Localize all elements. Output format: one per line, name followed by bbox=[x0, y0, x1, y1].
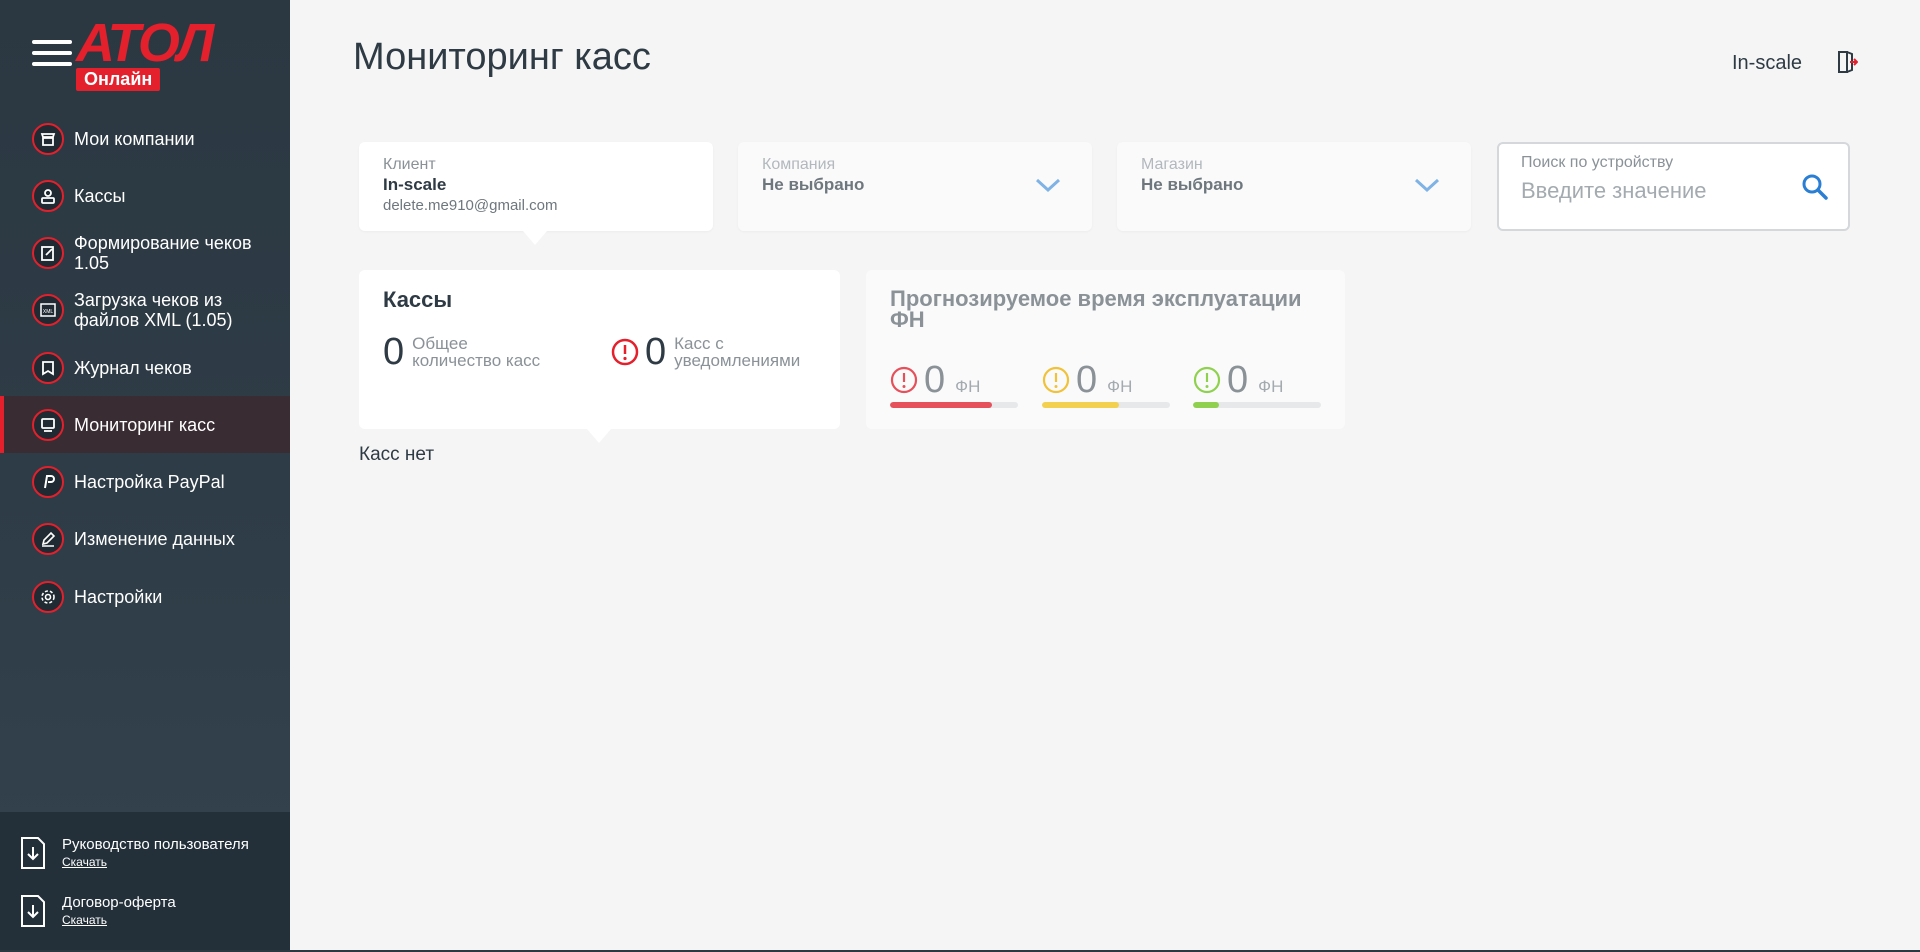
sidebar: АТОЛ Онлайн Мои компании Кассы Формирова… bbox=[0, 0, 290, 952]
doc-title: Договор-оферта bbox=[62, 894, 176, 911]
device-search: Поиск по устройству bbox=[1497, 142, 1850, 231]
search-label: Поиск по устройству bbox=[1521, 154, 1674, 171]
download-link[interactable]: Скачать bbox=[62, 854, 249, 870]
fn-count: 0 bbox=[924, 359, 946, 401]
fn-lifetime-card[interactable]: Прогнозируемое время эксплуатации ФН 0 Ф… bbox=[866, 270, 1345, 429]
fn-count: 0 bbox=[1076, 359, 1098, 401]
company-select[interactable]: Компания Не выбрано bbox=[738, 142, 1092, 231]
sidebar-item-label: Формирование чеков 1.05 bbox=[74, 232, 252, 273]
svg-text:XML: XML bbox=[43, 309, 54, 315]
logo-badge: Онлайн bbox=[76, 68, 161, 91]
fn-progress-fill bbox=[1193, 402, 1219, 408]
store-icon bbox=[32, 122, 64, 155]
fn-progress-bar bbox=[1042, 402, 1170, 408]
logo[interactable]: АТОЛ bbox=[76, 16, 214, 70]
fn-critical[interactable]: 0 ФН bbox=[890, 360, 1018, 408]
sidebar-item-label: Мои компании bbox=[74, 128, 195, 149]
client-value: In-scale bbox=[383, 175, 447, 194]
sidebar-docs: Руководство пользователя Скачать Договор… bbox=[0, 812, 290, 952]
sidebar-item-label: Изменение данных bbox=[74, 529, 235, 549]
sidebar-item-paypal[interactable]: Настройка PayPal bbox=[0, 453, 290, 510]
notified-label: Касс с уведомлениями bbox=[674, 335, 800, 369]
download-file-icon bbox=[21, 837, 45, 869]
store-value: Не выбрано bbox=[1141, 175, 1244, 194]
search-input[interactable] bbox=[1521, 178, 1791, 204]
sidebar-item-edit-data[interactable]: Изменение данных bbox=[0, 510, 290, 568]
bookmark-icon bbox=[32, 351, 64, 384]
alert-icon bbox=[890, 366, 918, 394]
client-filter[interactable]: Клиент In-scale delete.me910@gmail.com bbox=[359, 142, 713, 231]
company-value: Не выбрано bbox=[762, 175, 865, 194]
page-title: Мониторинг касс bbox=[353, 36, 651, 78]
user-name[interactable]: In-scale bbox=[1732, 52, 1802, 75]
sidebar-item-label: Настройки bbox=[74, 586, 163, 607]
pencil-icon bbox=[32, 523, 64, 555]
store-label: Магазин bbox=[1141, 156, 1203, 173]
sidebar-item-my-companies[interactable]: Мои компании bbox=[0, 110, 290, 167]
sidebar-item-kassy[interactable]: Кассы bbox=[0, 167, 290, 224]
logout-icon[interactable] bbox=[1836, 50, 1858, 74]
chevron-down-icon[interactable] bbox=[1034, 176, 1062, 194]
kassy-summary-card[interactable]: Кассы 0 Общее количество касс 0 Касс с у… bbox=[359, 270, 840, 429]
doc-title: Руководство пользователя bbox=[62, 836, 249, 853]
sidebar-item-label: Загрузка чеков из файлов XML (1.05) bbox=[74, 290, 233, 330]
sidebar-item-kassy-monitoring[interactable]: Мониторинг касс bbox=[0, 396, 290, 453]
client-card-pointer bbox=[523, 231, 547, 245]
alert-icon bbox=[1193, 366, 1221, 394]
fn-progress-fill bbox=[1042, 402, 1119, 408]
sidebar-nav: Мои компании Кассы Формирование чеков 1.… bbox=[0, 110, 290, 625]
search-icon[interactable] bbox=[1800, 172, 1830, 202]
company-label: Компания bbox=[762, 156, 836, 173]
logo-area: АТОЛ Онлайн bbox=[30, 16, 270, 94]
fn-progress-bar bbox=[1193, 402, 1321, 408]
sidebar-item-label: Кассы bbox=[74, 185, 126, 206]
total-label: Общее количество касс bbox=[412, 335, 540, 369]
sidebar-item-label: Мониторинг касс bbox=[74, 414, 216, 435]
fn-unit: ФН bbox=[1258, 377, 1284, 396]
monitor-icon bbox=[32, 408, 64, 441]
client-label: Клиент bbox=[383, 156, 436, 173]
store-select[interactable]: Магазин Не выбрано bbox=[1117, 142, 1471, 231]
menu-icon[interactable] bbox=[32, 40, 72, 68]
sidebar-item-settings[interactable]: Настройки bbox=[0, 568, 290, 625]
fn-warning[interactable]: 0 ФН bbox=[1042, 360, 1170, 408]
fn-unit: ФН bbox=[955, 377, 981, 396]
fn-progress-fill bbox=[890, 402, 993, 408]
fn-ok[interactable]: 0 ФН bbox=[1193, 360, 1321, 408]
fn-progress-bar bbox=[890, 402, 1018, 408]
download-link[interactable]: Скачать bbox=[62, 912, 176, 928]
download-file-icon bbox=[21, 895, 45, 927]
doc-offer-agreement: Договор-оферта Скачать bbox=[18, 894, 176, 928]
alert-icon bbox=[611, 338, 639, 366]
doc-user-guide: Руководство пользователя Скачать bbox=[18, 836, 249, 870]
fn-count: 0 bbox=[1227, 359, 1249, 401]
total-count: 0 bbox=[383, 331, 405, 373]
kassy-card-pointer bbox=[587, 429, 611, 443]
alert-icon bbox=[1042, 366, 1070, 394]
edit-receipt-icon bbox=[32, 236, 64, 269]
gear-icon bbox=[32, 580, 64, 613]
chevron-down-icon[interactable] bbox=[1413, 176, 1441, 194]
notified-kassy-stat: 0 Касс с уведомлениями bbox=[611, 332, 800, 372]
notified-count: 0 bbox=[645, 331, 667, 373]
empty-state-message: Касс нет bbox=[359, 444, 435, 465]
paypal-icon bbox=[32, 465, 64, 498]
sidebar-item-label: Журнал чеков bbox=[74, 357, 192, 378]
sidebar-item-label: Настройка PayPal bbox=[74, 471, 225, 492]
sidebar-item-receipt-journal[interactable]: Журнал чеков bbox=[0, 339, 290, 396]
sidebar-item-xml-upload[interactable]: XML Загрузка чеков из файлов XML (1.05) bbox=[0, 281, 290, 339]
sidebar-item-receipt-forming[interactable]: Формирование чеков 1.05 bbox=[0, 224, 290, 281]
notified-label-line2: уведомлениями bbox=[674, 351, 801, 370]
total-label-line2: количество касс bbox=[412, 351, 541, 370]
total-kassy-stat: 0 Общее количество касс bbox=[383, 332, 540, 372]
client-email: delete.me910@gmail.com bbox=[383, 197, 558, 214]
fn-unit: ФН bbox=[1107, 377, 1133, 396]
xml-file-icon: XML bbox=[32, 294, 64, 326]
cash-register-icon bbox=[32, 179, 64, 212]
card-title: Прогнозируемое время эксплуатации ФН bbox=[890, 286, 1302, 332]
card-title: Кассы bbox=[383, 287, 453, 312]
